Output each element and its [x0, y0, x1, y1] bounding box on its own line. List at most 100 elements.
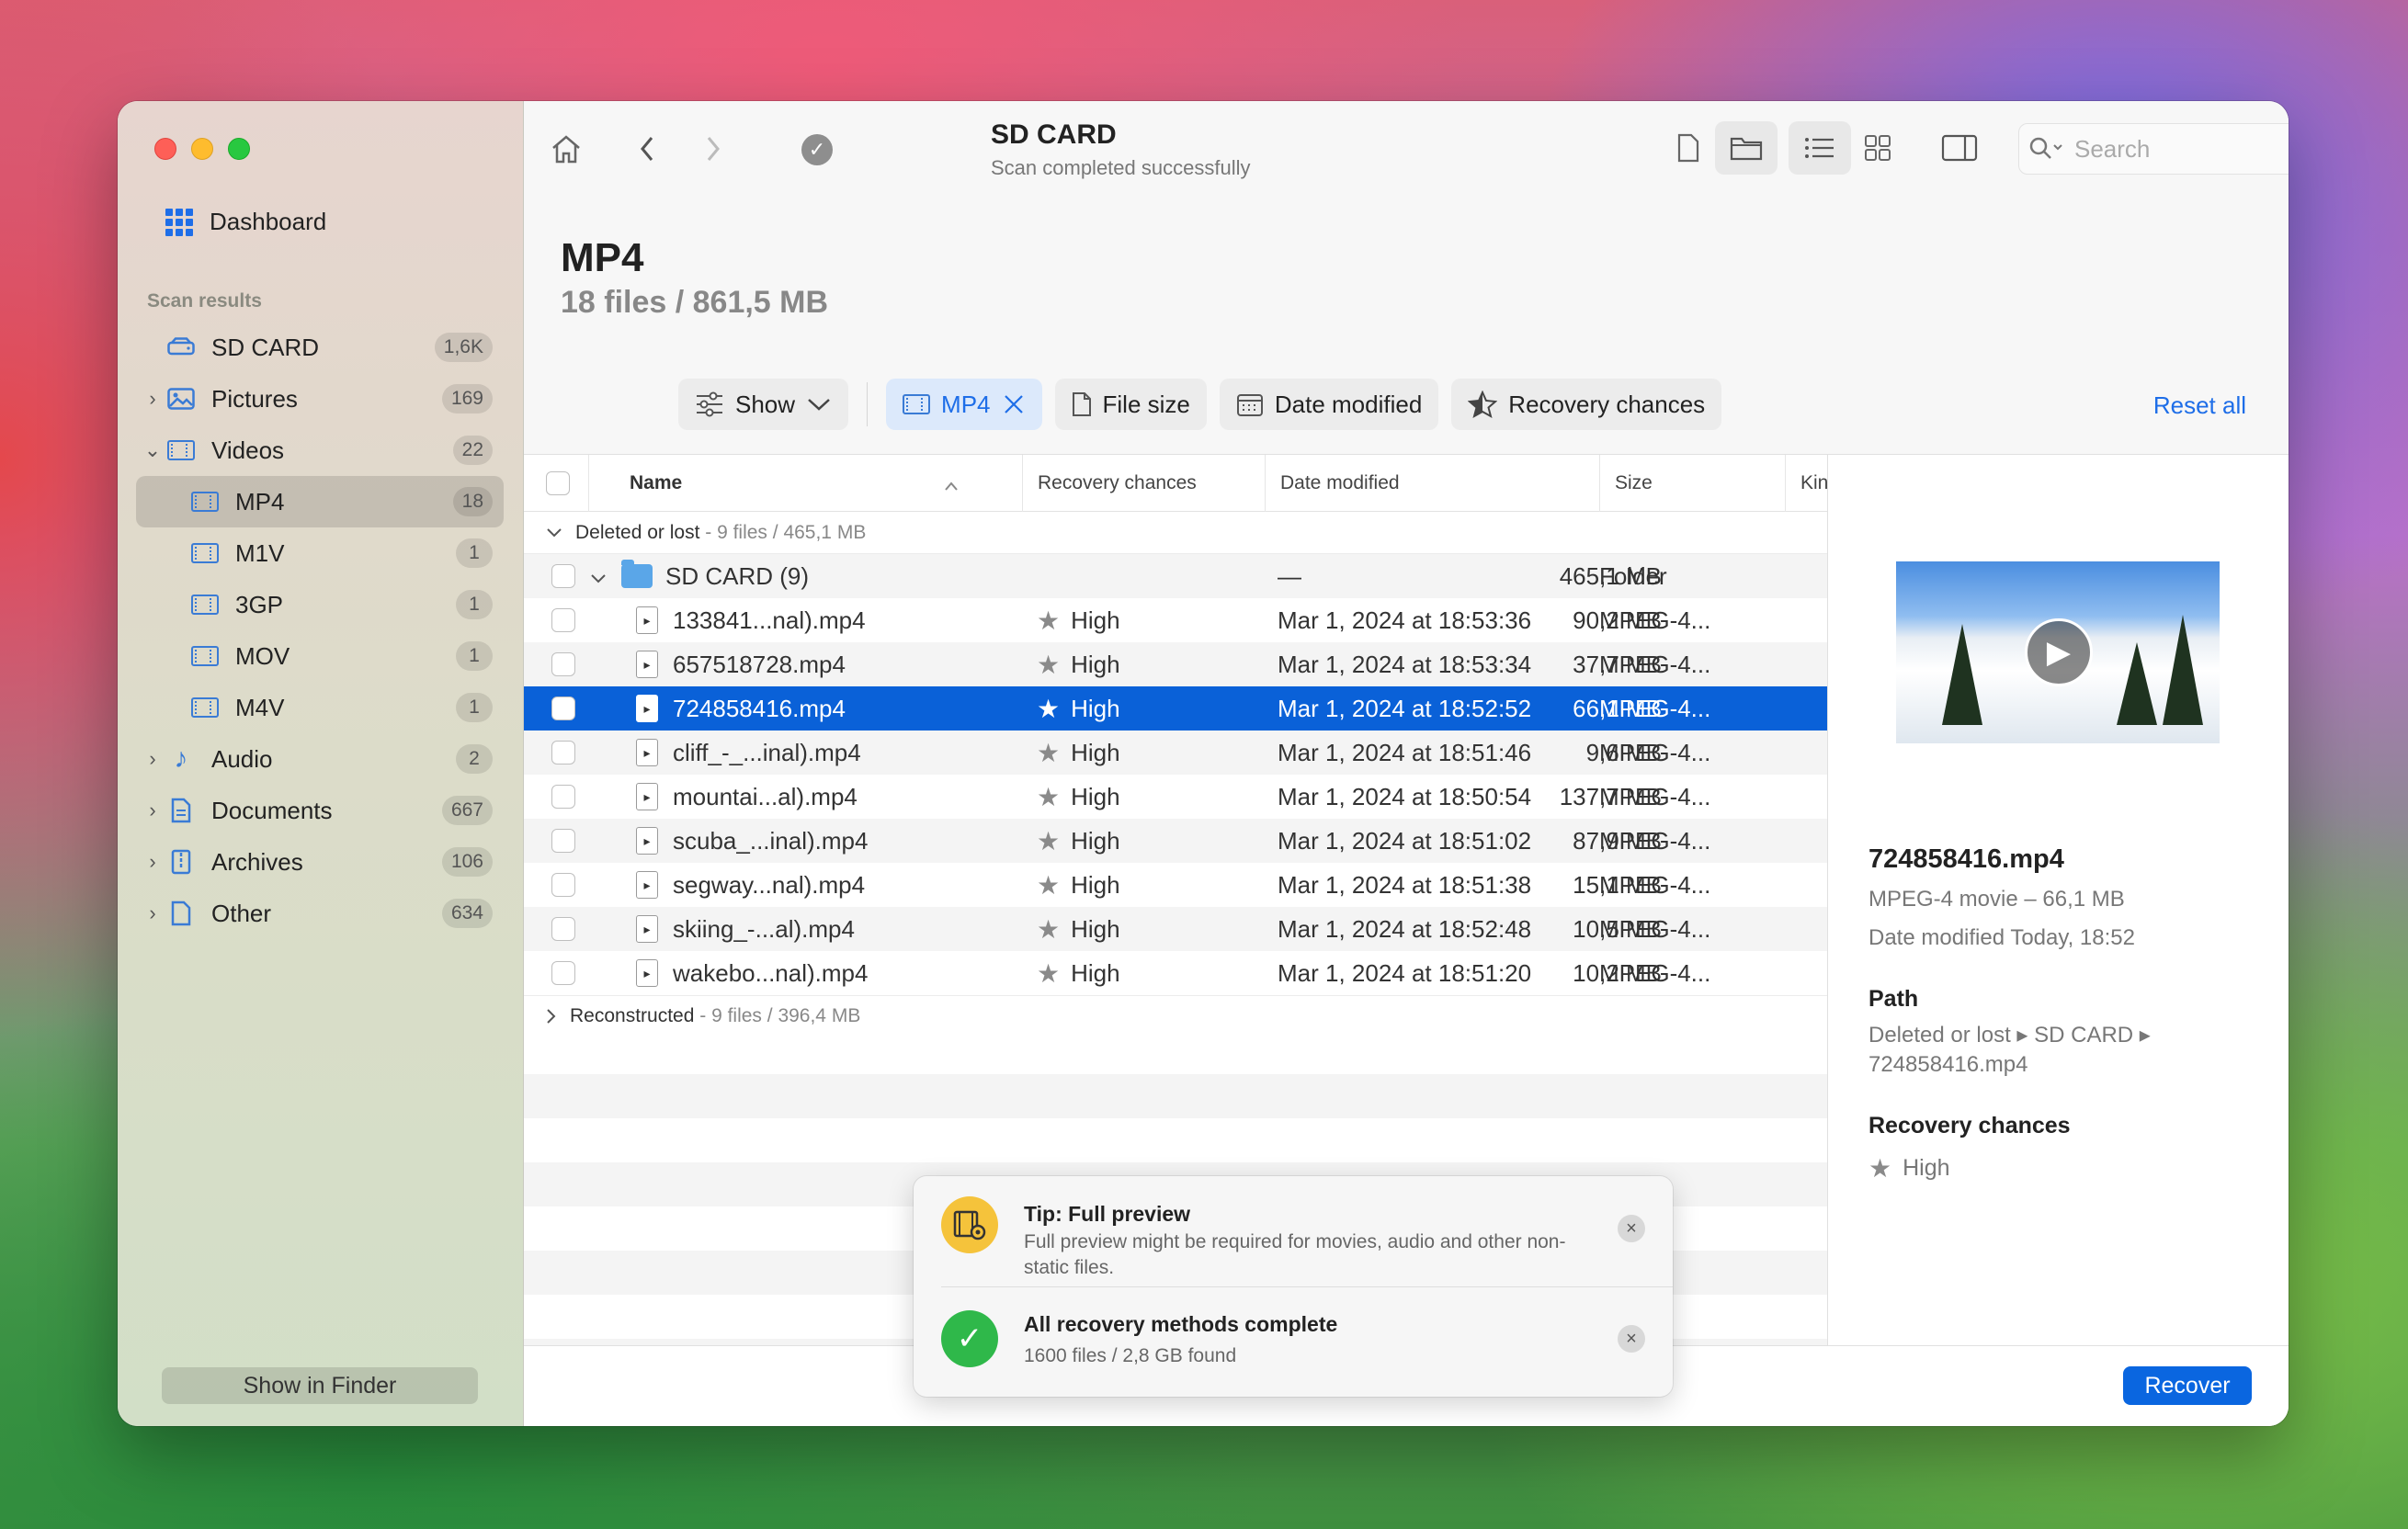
forward-chevron-icon[interactable]: [691, 127, 735, 171]
preview-panel-toggle-icon[interactable]: [1932, 121, 1987, 175]
date-value: Mar 1, 2024 at 18:50:54: [1278, 782, 1532, 810]
chevron-down-icon[interactable]: ⌄: [143, 438, 162, 462]
chevron-right-icon[interactable]: ›: [143, 850, 162, 874]
file-view-icon[interactable]: [1664, 121, 1713, 175]
play-icon[interactable]: ▶: [2025, 618, 2093, 686]
document-icon: [1072, 392, 1091, 416]
grid-view-icon[interactable]: [1853, 121, 1903, 175]
table-row[interactable]: ▸ skiing_-...al).mp4 ★ High Mar 1, 2024 at…: [524, 907, 1827, 951]
video-thumbnail[interactable]: ▶: [1896, 561, 2220, 743]
search-field[interactable]: Search: [2018, 123, 2289, 175]
row-checkbox[interactable]: [551, 652, 575, 676]
sidebar-item-mp4[interactable]: MP4 18: [136, 476, 504, 527]
minimize-window-button[interactable]: [191, 138, 213, 160]
row-checkbox[interactable]: [551, 741, 575, 764]
show-in-finder-button[interactable]: Show in Finder: [162, 1367, 478, 1404]
kind-value: MPEG-4...: [1599, 958, 1711, 987]
row-checkbox[interactable]: [551, 917, 575, 941]
sidebar-item-label: M1V: [235, 538, 285, 567]
column-header-date[interactable]: Date modified: [1265, 455, 1596, 512]
tree-shape: [1942, 624, 1982, 725]
chevron-right-icon[interactable]: ›: [143, 901, 162, 925]
video-file-icon: ▸: [636, 915, 658, 943]
notification-popover: Tip: Full preview Full preview might be …: [914, 1176, 1673, 1397]
sidebar-item-m4v[interactable]: M4V 1: [136, 682, 504, 733]
row-checkbox[interactable]: [551, 873, 575, 897]
file-name: cliff_-_...inal).mp4: [673, 738, 861, 766]
sidebar-item-label: SD CARD: [211, 333, 320, 361]
sidebar-item-m1v[interactable]: M1V 1: [136, 527, 504, 579]
star-icon: ★: [1037, 606, 1061, 635]
star-icon: ★: [1037, 958, 1061, 988]
column-header-size[interactable]: Size: [1599, 455, 1783, 512]
select-all-checkbox[interactable]: [546, 471, 570, 495]
group-deleted-or-lost[interactable]: Deleted or lost - 9 files / 465,1 MB: [524, 512, 1827, 554]
table-row[interactable]: ▸ mountai...al).mp4 ★ High Mar 1, 2024 at …: [524, 775, 1827, 819]
table-row[interactable]: ▸ scuba_...inal).mp4 ★ High Mar 1, 2024 at…: [524, 819, 1827, 863]
sidebar-item-archives[interactable]: › Archives 106: [136, 836, 504, 888]
preview-tip-icon: [941, 1196, 998, 1253]
sidebar-item-3gp[interactable]: 3GP 1: [136, 579, 504, 630]
preview-recovery: ★ High: [1868, 1153, 1950, 1184]
row-checkbox[interactable]: [551, 785, 575, 809]
recovery-chances-filter[interactable]: Recovery chances: [1451, 379, 1722, 430]
chevron-down-icon[interactable]: [590, 562, 607, 591]
recover-button[interactable]: Recover: [2123, 1366, 2252, 1405]
chevron-right-icon[interactable]: ›: [143, 387, 162, 411]
column-header-recovery[interactable]: Recovery chances: [1022, 455, 1261, 512]
chevron-down-icon[interactable]: [546, 527, 562, 538]
zoom-window-button[interactable]: [228, 138, 250, 160]
row-checkbox[interactable]: [551, 961, 575, 985]
count-badge: 106: [441, 847, 493, 877]
mp4-filter-chip[interactable]: MP4: [886, 379, 1042, 430]
date-value: Mar 1, 2024 at 18:51:20: [1278, 958, 1532, 987]
sidebar-item-dashboard[interactable]: Dashboard: [165, 208, 326, 236]
complete-text: 1600 files / 2,8 GB found: [1024, 1345, 1237, 1366]
chevron-right-icon[interactable]: ›: [143, 798, 162, 822]
remove-filter-x-icon[interactable]: [1002, 392, 1026, 416]
sidebar-item-other[interactable]: › Other 634: [136, 888, 504, 939]
table-row[interactable]: ▸ 133841...nal).mp4 ★ High Mar 1, 2024 at …: [524, 598, 1827, 642]
scan-complete-check-icon: ✓: [801, 134, 833, 165]
list-view-icon[interactable]: [1789, 121, 1851, 175]
file-size-filter[interactable]: File size: [1054, 379, 1207, 430]
sidebar-item-pictures[interactable]: › Pictures 169: [136, 373, 504, 425]
row-checkbox[interactable]: [551, 829, 575, 853]
table-row[interactable]: ▸ cliff_-_...inal).mp4 ★ High Mar 1, 2024 …: [524, 731, 1827, 775]
table-row[interactable]: ▸ wakebo...nal).mp4 ★ High Mar 1, 2024 at …: [524, 951, 1827, 995]
table-row-selected[interactable]: ▸ 724858416.mp4 ★ High Mar 1, 2024 at 18:5…: [524, 686, 1827, 731]
sidebar-item-videos[interactable]: ⌄ Videos 22: [136, 425, 504, 476]
sidebar-item-audio[interactable]: › ♪ Audio 2: [136, 733, 504, 785]
chevron-right-icon[interactable]: ›: [143, 747, 162, 771]
chevron-right-icon[interactable]: [546, 1008, 557, 1025]
film-icon: [189, 541, 221, 565]
folder-icon: [621, 560, 653, 588]
sidebar-item-mov[interactable]: MOV 1: [136, 630, 504, 682]
home-icon[interactable]: [544, 127, 588, 171]
row-checkbox[interactable]: [551, 564, 575, 588]
close-icon[interactable]: ×: [1618, 1215, 1645, 1242]
table-row[interactable]: ▸ segway...nal).mp4 ★ High Mar 1, 2024 at …: [524, 863, 1827, 907]
tip-notification: Tip: Full preview Full preview might be …: [914, 1176, 1673, 1286]
row-checkbox[interactable]: [551, 608, 575, 632]
show-filter-dropdown[interactable]: Show: [678, 379, 849, 430]
back-chevron-icon[interactable]: [625, 127, 669, 171]
folder-view-icon[interactable]: [1715, 121, 1778, 175]
row-checkbox[interactable]: [551, 697, 575, 720]
checkmark-icon: ✓: [941, 1310, 998, 1367]
reset-all-link[interactable]: Reset all: [2153, 391, 2246, 420]
kind-value: MPEG-4...: [1599, 914, 1711, 943]
star-icon: ★: [1037, 914, 1061, 944]
date-modified-filter[interactable]: Date modified: [1219, 379, 1439, 430]
kind-value: MPEG-4...: [1599, 650, 1711, 678]
sidebar-item-documents[interactable]: › Documents 667: [136, 785, 504, 836]
sidebar-item-sd-card[interactable]: SD CARD 1,6K: [136, 322, 504, 373]
column-header-name[interactable]: Name: [588, 455, 958, 512]
table-row[interactable]: ▸ 657518728.mp4 ★ High Mar 1, 2024 at 18:5…: [524, 642, 1827, 686]
folder-row[interactable]: SD CARD (9) — 465,1 MB Folder: [524, 554, 1827, 598]
table-header: Name Recovery chances Date modified Size…: [524, 455, 1839, 512]
date-value: Mar 1, 2024 at 18:53:34: [1278, 650, 1532, 678]
close-window-button[interactable]: [154, 138, 176, 160]
count-badge: 22: [452, 436, 493, 465]
close-icon[interactable]: ×: [1618, 1325, 1645, 1353]
